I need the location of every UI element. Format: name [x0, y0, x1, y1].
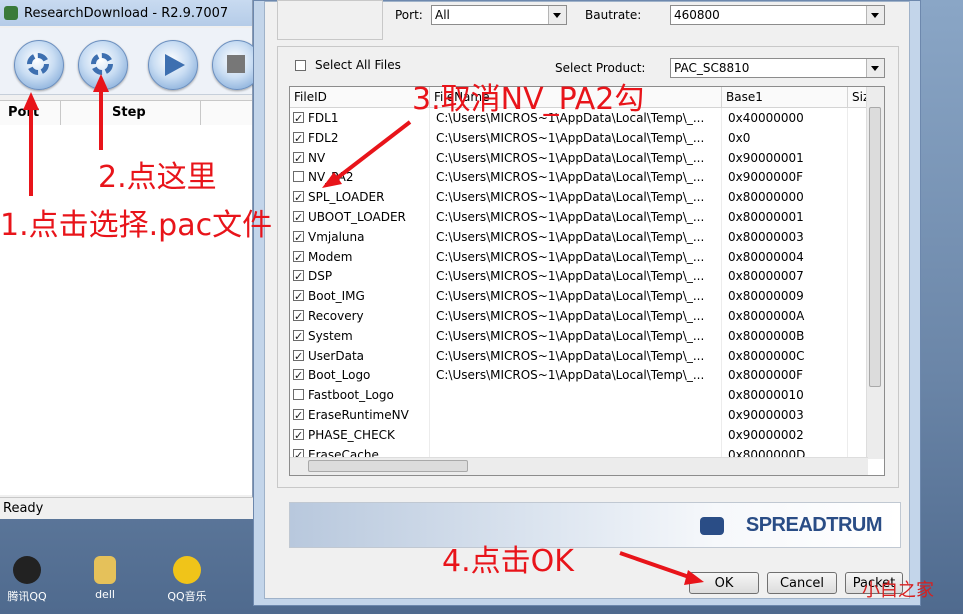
arrowhead-step2	[93, 74, 109, 92]
arrow-step4	[619, 551, 693, 580]
arrowhead-step4	[684, 570, 704, 585]
annotation-step4: 4.点击OK	[442, 544, 574, 579]
arrowhead-step1	[23, 92, 39, 110]
annotation-step2: 2.点这里	[98, 160, 217, 195]
arrow-step3	[330, 120, 412, 184]
watermark: 小白之家	[862, 580, 934, 601]
annotation-step1: 1.点击选择.pac文件	[0, 208, 273, 243]
annotation-step3: 3.取消NV_PA2勾	[412, 82, 645, 117]
